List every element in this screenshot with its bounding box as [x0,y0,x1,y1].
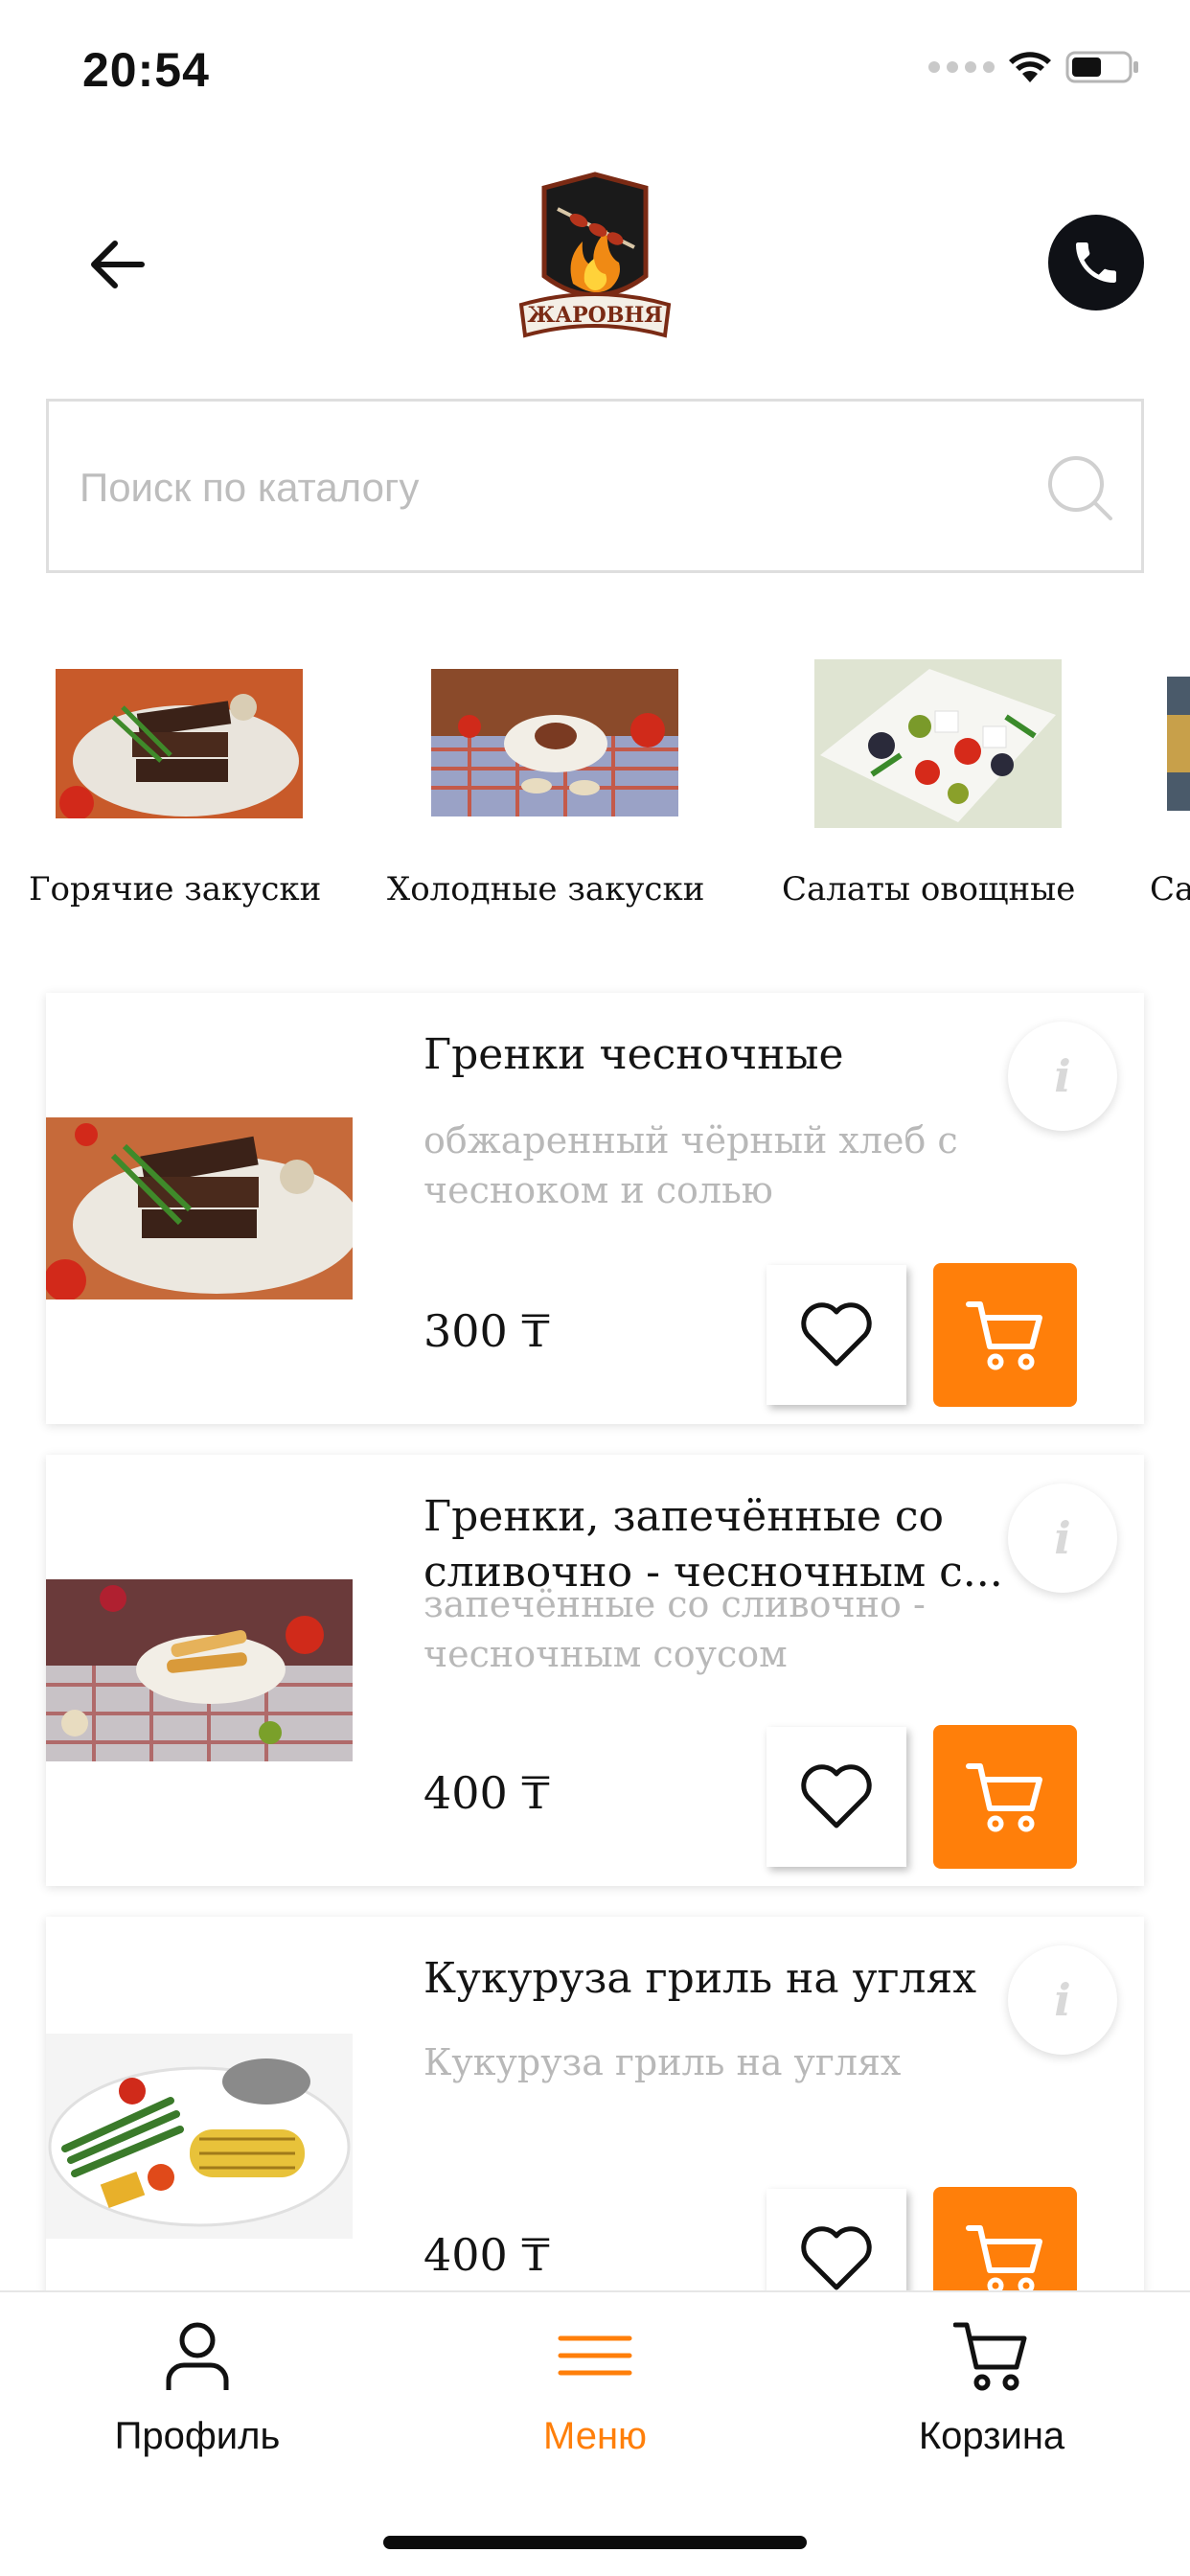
user-icon [166,2322,229,2390]
category-hot-snacks-image [56,669,303,818]
product-description: обжаренный чёрный хлеб с чесноком и соль… [423,1119,958,1211]
product-description: Кукуруза гриль на углях [423,2041,902,2083]
favorite-button[interactable] [767,1265,906,1405]
home-indicator[interactable] [383,2536,807,2549]
category-vegetable-salads-image [814,659,1062,828]
restaurant-logo: ЖАРОВНЯ [515,171,675,349]
status-bar: 20:54 [0,0,1190,134]
cart-icon [953,2322,1027,2391]
search-icon[interactable] [1043,451,1116,524]
category-carousel[interactable]: Горячие закуски Холодные закуски Салаты … [0,652,1190,920]
call-button[interactable] [1048,215,1144,310]
favorite-button[interactable] [767,1727,906,1867]
status-time: 20:54 [82,43,210,97]
info-button[interactable]: i [1008,1022,1117,1131]
category-label: Горячие закуски [29,870,322,908]
tab-label: Корзина [918,2415,1065,2457]
product-image [46,2034,353,2239]
category-label: Са [1150,870,1190,908]
cart-icon [966,1301,1042,1370]
add-to-cart-button[interactable] [933,1725,1077,1869]
product-price: 400 ₸ [423,2229,550,2281]
product-card[interactable]: Гренки, запечённые со сливочно - чесночн… [46,1455,1144,1886]
tab-cart[interactable]: Корзина [848,2292,1135,2484]
info-icon: i [1054,1050,1071,1102]
heart-icon [801,1764,872,1828]
product-title: Гренки чесночные [423,1030,844,1079]
product-image [46,1579,353,1761]
cart-icon [966,1763,1042,1832]
tab-menu[interactable]: Меню [451,2292,739,2484]
cart-icon [966,2225,1042,2294]
bottom-tab-bar: Профиль Меню Корзина [0,2290,1190,2576]
product-card[interactable]: Кукуруза гриль на углях Кукуруза гриль н… [46,1917,1144,2348]
signal-dots-icon [928,61,995,73]
back-button[interactable] [80,226,157,303]
search-input[interactable] [80,449,1038,526]
arrow-left-icon [91,241,145,288]
category-cold-snacks-image [431,669,678,816]
battery-icon [1065,51,1138,83]
tab-profile[interactable]: Профиль [54,2292,341,2484]
search-box [46,399,1144,573]
wifi-icon [1009,52,1051,82]
info-button[interactable]: i [1008,1945,1117,2055]
status-icons [928,50,1140,84]
info-icon: i [1054,1974,1071,2026]
heart-icon [801,2226,872,2290]
add-to-cart-button[interactable] [933,1263,1077,1407]
product-image [46,1117,353,1300]
logo-text: ЖАРОВНЯ [527,303,662,328]
menu-icon [558,2335,632,2376]
heart-icon [801,1302,872,1367]
tab-label: Меню [542,2415,648,2457]
phone-icon [1076,242,1116,283]
product-title: Кукуруза гриль на углях [423,1954,977,2003]
category-label: Салаты овощные [782,870,1076,908]
product-description: запечённые со сливочно - чесночным соусо… [423,1583,926,1675]
product-price: 400 ₸ [423,1767,550,1819]
product-card[interactable]: Гренки чесночные обжаренный чёрный хлеб … [46,993,1144,1424]
tab-label: Профиль [114,2415,281,2457]
product-price: 300 ₸ [423,1305,550,1357]
category-partial-image [1167,677,1190,811]
info-button[interactable]: i [1008,1484,1117,1593]
category-label: Холодные закуски [387,870,705,908]
info-icon: i [1054,1512,1071,1564]
